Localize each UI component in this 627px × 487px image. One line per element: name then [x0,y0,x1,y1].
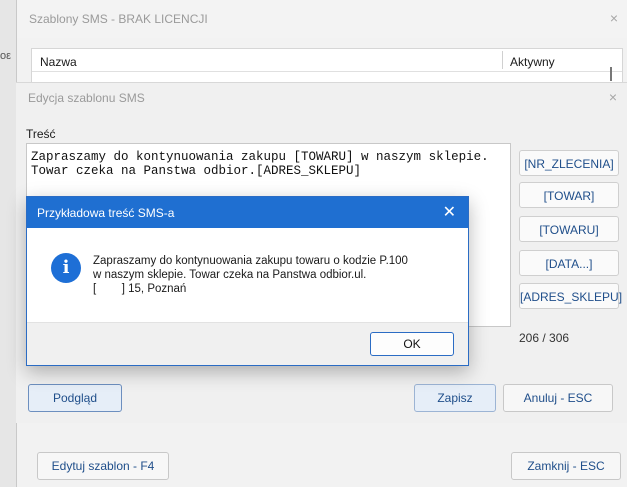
grid-header: Nazwa Aktywny [32,49,622,72]
content-text: Zapraszamy do kontynuowania zakupu [TOWA… [31,150,489,178]
cancel-button[interactable]: Anuluj - ESC [503,384,613,412]
templates-grid[interactable]: Nazwa Aktywny [31,48,623,84]
tag-button-date[interactable]: [DATA...] [519,250,619,276]
window-title-bar: Szablony SMS - BRAK LICENCJI × [17,0,627,38]
message-line: [ ] 15, Poznań [93,283,187,295]
content-label: Treść [26,127,56,141]
column-header-active[interactable]: Aktywny [510,55,555,69]
message-text: Zapraszamy do kontynuowania zakupu towar… [93,254,453,296]
grid-scrollbar[interactable] [610,67,612,81]
message-box-title: Przykładowa treść SMS-a [37,206,175,220]
info-icon: i [51,253,81,283]
tag-button-product-genitive[interactable]: [TOWARU] [519,216,619,242]
tag-button-store-address[interactable]: [ADRES_SKLEPU] [519,283,622,309]
character-counter: 206 / 306 [519,331,570,345]
edit-template-button[interactable]: Edytuj szablon - F4 [37,452,169,480]
message-box-title-bar: Przykładowa treść SMS-a ✕ [27,197,468,228]
sms-preview-message-box: Przykładowa treść SMS-a ✕ i Zapraszamy d… [26,196,469,366]
message-box-footer: OK [27,322,468,365]
window-title: Szablony SMS - BRAK LICENCJI [29,12,208,26]
ok-button[interactable]: OK [370,332,454,356]
preview-button[interactable]: Podgląd [28,384,122,412]
close-button[interactable]: Zamknij - ESC [511,452,621,480]
dialog-title-bar: Edycja szablonu SMS × [16,83,627,113]
window-close-icon[interactable]: × [610,10,618,26]
background-fragment-text: oε [0,50,12,62]
column-header-name[interactable]: Nazwa [40,55,77,69]
dialog-title: Edycja szablonu SMS [28,91,145,105]
save-button[interactable]: Zapisz [414,384,496,412]
tag-button-product[interactable]: [TOWAR] [519,182,619,208]
dialog-close-icon[interactable]: × [609,89,617,105]
message-line: Zapraszamy do kontynuowania zakupu towar… [93,255,408,267]
close-icon[interactable]: ✕ [443,202,456,222]
message-line: w naszym sklepie. Towar czeka na Panstwa… [93,269,367,281]
tag-button-order-number[interactable]: [NR_ZLECENIA] [519,150,619,176]
column-separator [502,51,503,69]
